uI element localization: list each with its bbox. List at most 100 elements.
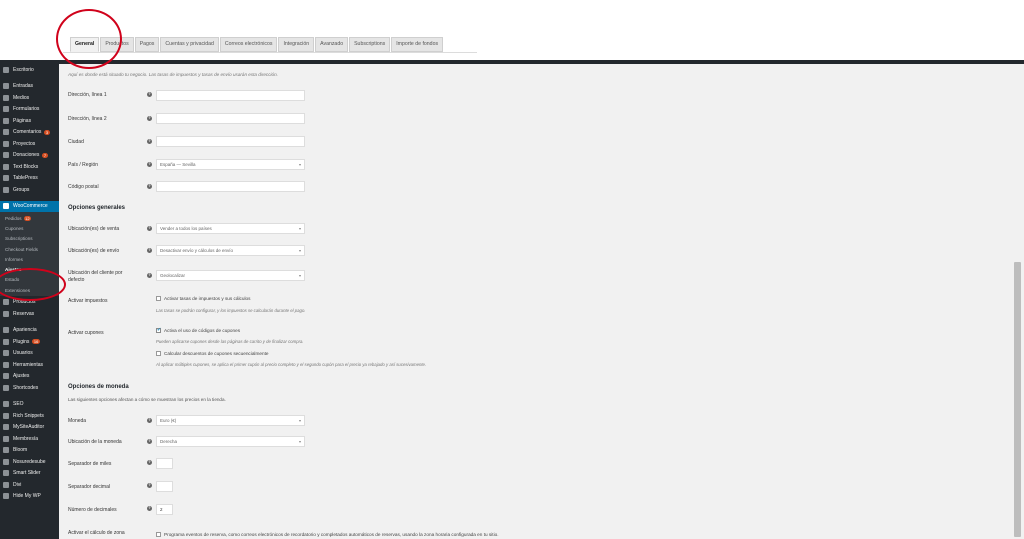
sidebar-item-comentarios[interactable]: Comentarios 3	[0, 127, 59, 139]
sidebar-item-apariencia[interactable]: Apariencia	[0, 324, 59, 336]
coupons-checkbox[interactable]	[156, 327, 161, 333]
sidebar-item-usuarios[interactable]: Usuarios	[0, 347, 59, 359]
help-icon: ?	[147, 184, 152, 189]
decimals-input[interactable]: 2	[156, 504, 173, 515]
tab-integracion[interactable]: Integración	[278, 37, 315, 52]
sidebar-item-bloom[interactable]: Bloom	[0, 444, 59, 456]
sidebar-item-divi[interactable]: Divi	[0, 479, 59, 491]
city-input[interactable]	[156, 136, 305, 147]
submenu-item-extensiones[interactable]: Extensiones	[0, 285, 59, 295]
sidebar-item-label: Groups	[13, 186, 30, 193]
chevron-down-icon: ▾	[298, 418, 301, 423]
sidebar-item-mysiteauditor[interactable]: MySiteAuditor	[0, 421, 59, 433]
woocommerce-icon	[3, 203, 9, 210]
sidebar-item-shortcodes[interactable]: Shortcodes	[0, 382, 59, 394]
sidebar-item-reservas[interactable]: Reservas	[0, 308, 59, 320]
sidebar-item-text-blocks[interactable]: Text Blocks	[0, 161, 59, 173]
sidebar-item-medios[interactable]: Medios	[0, 92, 59, 104]
chevron-down-icon: ▾	[298, 162, 301, 167]
sidebar-item-paginas[interactable]: Páginas	[0, 115, 59, 127]
sidebar-item-label: MySiteAuditor	[13, 424, 45, 431]
currency-select[interactable]: Euro (€) ▾	[156, 415, 305, 426]
scrollbar-thumb[interactable]	[1014, 262, 1021, 537]
text-block-icon	[3, 163, 9, 170]
sidebar-item-formularios[interactable]: Formularios	[0, 104, 59, 116]
submenu-item-pedidos[interactable]: Pedidos 12	[0, 213, 59, 223]
submenu-item-label: Extensiones	[5, 287, 31, 293]
address2-input[interactable]	[156, 113, 305, 124]
tab-cuentas-privacidad[interactable]: Cuentas y privacidad	[160, 37, 219, 52]
sidebar-item-label: Proyectos	[13, 140, 36, 147]
sidebar-item-membresia[interactable]: Membresía	[0, 433, 59, 445]
tab-general[interactable]: General	[70, 37, 100, 52]
timezone-checkbox-label: Programa eventos de reserva, como correo…	[164, 532, 499, 537]
sell-locations-select[interactable]: Vender a todos los países ▾	[156, 223, 305, 234]
sequential-checkbox[interactable]	[156, 351, 161, 356]
page-icon	[3, 117, 9, 124]
currency-options-description: Las siguientes opciones afectan a cómo s…	[68, 397, 226, 402]
general-options-title: Opciones generales	[68, 205, 126, 211]
postcode-input[interactable]	[156, 181, 305, 192]
country-select[interactable]: España — Sevilla ▾	[156, 159, 305, 170]
groups-icon	[3, 186, 9, 193]
sidebar-item-nosuredesube[interactable]: Nosuredesube	[0, 456, 59, 468]
tab-productos[interactable]: Productos	[100, 37, 134, 52]
sidebar-item-woocommerce[interactable]: WooCommerce	[0, 200, 59, 212]
submenu-item-informes[interactable]: Informes	[0, 254, 59, 264]
sidebar-item-rich-snippets[interactable]: Rich Snippets	[0, 410, 59, 422]
tab-subscriptions[interactable]: Subscriptions	[349, 37, 391, 52]
sidebar-item-productos[interactable]: Productos	[0, 296, 59, 308]
thousand-separator-input[interactable]	[156, 458, 173, 469]
submenu-item-label: Subscriptions	[5, 236, 33, 242]
sidebar-item-smart-slider[interactable]: Smart Slider	[0, 467, 59, 479]
submenu-item-ajustes[interactable]: Ajustes	[0, 264, 59, 274]
comment-icon	[3, 129, 9, 136]
sidebar-item-label: Bloom	[13, 447, 28, 454]
decimal-separator-input[interactable]	[156, 481, 173, 492]
admin-sidebar: Escritorio Entradas Medios Formularios P…	[0, 64, 59, 539]
sidebar-item-label: Nosuredesube	[13, 458, 46, 465]
ship-locations-label: Ubicación(es) de envío	[68, 248, 120, 254]
timezone-checkbox[interactable]	[156, 532, 161, 537]
taxes-checkbox[interactable]	[156, 296, 161, 301]
submenu-item-subscriptions[interactable]: Subscriptions	[0, 234, 59, 244]
address1-input[interactable]	[156, 90, 305, 101]
sidebar-item-label: Medios	[13, 94, 30, 101]
currency-position-select[interactable]: Derecha ▾	[156, 436, 305, 447]
sidebar-item-groups[interactable]: Groups	[0, 184, 59, 196]
sidebar-item-proyectos[interactable]: Proyectos	[0, 138, 59, 150]
tab-avanzado[interactable]: Avanzado	[315, 37, 349, 52]
submenu-item-label: Estado	[5, 277, 20, 283]
customer-location-select[interactable]: Geolocalizar ▾	[156, 270, 305, 281]
sell-locations-value: Vender a todos los países	[160, 226, 212, 231]
store-address-intro: Aquí es donde está situado tu negocio. L…	[68, 72, 278, 77]
table-icon	[3, 175, 9, 182]
sidebar-item-entradas[interactable]: Entradas	[0, 81, 59, 93]
submenu-item-cupones[interactable]: Cupones	[0, 223, 59, 233]
sidebar-item-herramientas[interactable]: Herramientas	[0, 359, 59, 371]
star-icon	[3, 412, 9, 419]
pin-icon	[3, 424, 9, 431]
sidebar-item-hide-my-wp[interactable]: Hide My WP	[0, 490, 59, 502]
ship-locations-select[interactable]: Desactivar envío y cálculos de envío ▾	[156, 245, 305, 256]
help-icon: ?	[147, 116, 152, 121]
sidebar-item-label: Text Blocks	[13, 163, 39, 170]
sidebar-item-plugins[interactable]: Plugins 16	[0, 336, 59, 348]
sidebar-item-tablepress[interactable]: TablePress	[0, 173, 59, 185]
help-icon: ?	[147, 483, 152, 488]
tab-pagos[interactable]: Pagos	[134, 37, 160, 52]
tab-correos[interactable]: Correos electrónicos	[219, 37, 278, 52]
sell-locations-label: Ubicación(es) de venta	[68, 226, 120, 232]
sidebar-item-donaciones[interactable]: Donaciones 7	[0, 150, 59, 162]
submenu-item-checkout-fields[interactable]: Checkout Fields	[0, 244, 59, 254]
sidebar-item-label: SEO	[13, 401, 24, 408]
customer-location-label: Ubicación del cliente por	[68, 270, 123, 276]
sidebar-item-seo[interactable]: SEO	[0, 398, 59, 410]
sidebar-item-label: Plugins	[13, 338, 30, 345]
submenu-item-estado[interactable]: Estado	[0, 275, 59, 285]
tab-importe-fondos[interactable]: Importe de fondos	[391, 37, 444, 52]
sidebar-item-ajustes[interactable]: Ajustes	[0, 370, 59, 382]
submenu-item-label: Informes	[5, 256, 23, 262]
count-badge: 16	[32, 339, 40, 345]
sidebar-item-escritorio[interactable]: Escritorio	[0, 64, 59, 76]
